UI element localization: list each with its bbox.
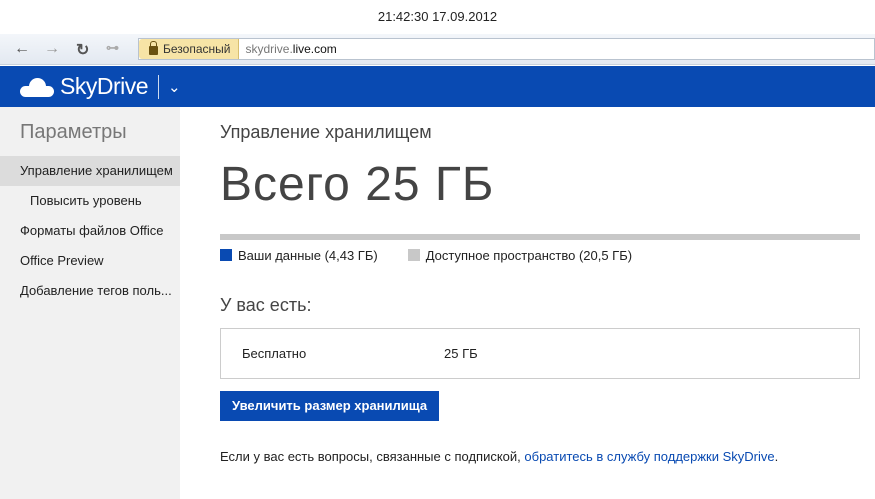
address-bar[interactable]: Безопасный skydrive.live.com bbox=[138, 38, 875, 60]
used-swatch bbox=[220, 249, 232, 261]
support-note: Если у вас есть вопросы, связанные с под… bbox=[220, 449, 860, 464]
sidebar-item-office-formats[interactable]: Форматы файлов Office bbox=[0, 216, 180, 246]
storage-legend: Ваши данные (4,43 ГБ) Доступное простран… bbox=[220, 248, 860, 263]
lock-icon bbox=[149, 41, 158, 55]
divider bbox=[158, 74, 160, 99]
legend-free-label: Доступное пространство (20,5 ГБ) bbox=[425, 248, 633, 263]
storage-bar bbox=[220, 234, 860, 240]
app-header: SkyDrive ⌄ bbox=[0, 66, 875, 107]
sidebar-item-tagging[interactable]: Добавление тегов поль... bbox=[0, 276, 180, 306]
url-prefix: skydrive. bbox=[245, 42, 293, 56]
chevron-down-icon[interactable]: ⌄ bbox=[168, 78, 181, 96]
security-badge[interactable]: Безопасный bbox=[139, 39, 240, 59]
brand[interactable]: SkyDrive bbox=[60, 73, 149, 100]
sidebar-item-office-preview[interactable]: Office Preview bbox=[0, 246, 180, 276]
plans-heading: У вас есть: bbox=[220, 295, 312, 315]
support-end: . bbox=[774, 449, 779, 464]
plan-name: Бесплатно bbox=[242, 346, 307, 361]
reload-icon[interactable]: ↻ bbox=[76, 40, 89, 60]
page-title: Управление хранилищем bbox=[220, 122, 432, 142]
plan-row: Бесплатно 25 ГБ bbox=[220, 328, 860, 379]
main-content: Управление хранилищем Всего 25 ГБ Ваши д… bbox=[220, 107, 860, 464]
forward-icon[interactable]: → bbox=[44, 40, 60, 58]
browser-toolbar: ← → ↻ ⊶ Безопасный skydrive.live.com bbox=[0, 34, 875, 65]
sidebar-item-upgrade[interactable]: Повысить уровень bbox=[0, 186, 180, 216]
skydrive-cloud-icon[interactable] bbox=[20, 77, 54, 97]
back-icon[interactable]: ← bbox=[14, 40, 30, 58]
sidebar-title: Параметры bbox=[20, 121, 127, 143]
upgrade-storage-button[interactable]: Увеличить размер хранилища bbox=[220, 391, 440, 421]
legend-used-label: Ваши данные (4,43 ГБ) bbox=[238, 248, 378, 263]
url: skydrive.live.com bbox=[239, 42, 336, 56]
support-link[interactable]: обратитесь в службу поддержки SkyDrive bbox=[524, 449, 774, 464]
clock: 21:42:30 17.09.2012 bbox=[0, 0, 875, 34]
legend-free: Доступное пространство (20,5 ГБ) bbox=[407, 248, 633, 263]
sidebar-item-storage[interactable]: Управление хранилищем bbox=[0, 156, 180, 186]
free-swatch bbox=[407, 249, 420, 261]
key-icon[interactable]: ⊶ bbox=[106, 40, 119, 56]
storage-total: Всего 25 ГБ bbox=[220, 158, 495, 211]
sidebar: Параметры Управление хранилищем Повысить… bbox=[0, 107, 180, 499]
support-text: Если у вас есть вопросы, связанные с под… bbox=[220, 449, 525, 464]
legend-used: Ваши данные (4,43 ГБ) bbox=[220, 248, 378, 263]
plan-size: 25 ГБ bbox=[444, 346, 478, 361]
url-domain: live.com bbox=[292, 42, 337, 56]
security-label: Безопасный bbox=[163, 42, 231, 56]
